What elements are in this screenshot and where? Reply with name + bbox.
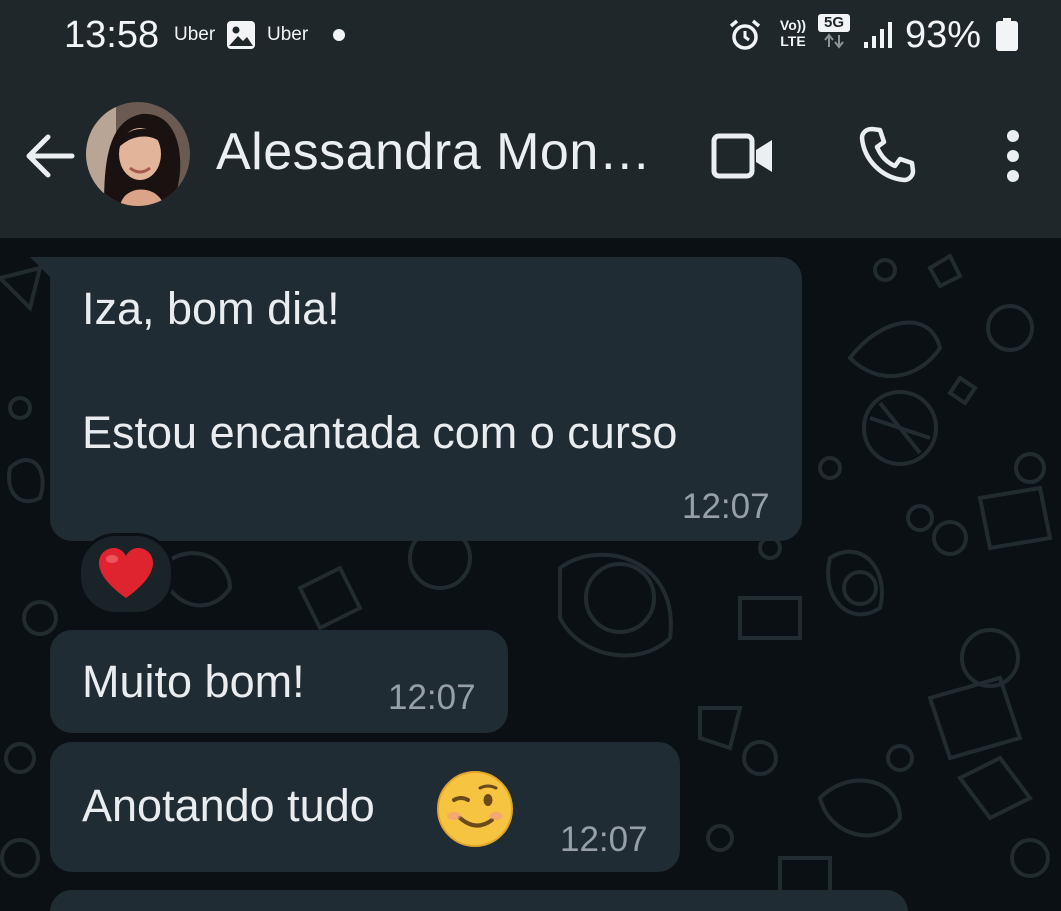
message-timestamp: 12:07: [388, 678, 476, 717]
image-notification-icon: [227, 21, 255, 49]
message-text: Anotando tudo: [82, 780, 375, 831]
status-time: 13:58: [64, 14, 160, 56]
back-arrow-icon[interactable]: [24, 130, 76, 182]
more-options-icon[interactable]: [990, 126, 1036, 186]
incoming-message-bubble-partial[interactable]: [50, 890, 908, 911]
battery-percent: 93%: [905, 14, 982, 56]
incoming-message-bubble[interactable]: Muito bom! 12:07: [50, 630, 508, 733]
bubble-tail: [30, 257, 60, 287]
message-text: Estou encantada com o curso: [82, 407, 678, 458]
reaction-badge[interactable]: [78, 533, 174, 615]
winking-face-emoji: [437, 771, 513, 847]
contact-avatar[interactable]: [86, 102, 190, 206]
phone-call-icon[interactable]: [856, 124, 918, 186]
avatar-photo: [86, 102, 190, 206]
notification-uber-label: Uber: [174, 24, 216, 45]
chat-header: Alessandra Mon…: [0, 72, 1061, 238]
message-timestamp: 12:07: [682, 487, 770, 526]
alarm-icon: [729, 19, 761, 50]
notification-uber-label: Uber: [267, 24, 309, 45]
message-text: Iza, bom dia!: [82, 283, 340, 334]
volte-indicator: Vo)) LTE: [779, 17, 807, 49]
signal-strength-icon: [864, 22, 892, 48]
heart-reaction-icon: [99, 548, 153, 598]
data-arrows-icon: [824, 33, 844, 49]
message-timestamp: 12:07: [560, 820, 648, 859]
more-notifications-dot-icon: [333, 29, 345, 41]
message-list[interactable]: Iza, bom dia! Estou encantada com o curs…: [0, 238, 1061, 911]
incoming-message-bubble[interactable]: Anotando tudo 12:07: [50, 742, 680, 872]
network-5g-indicator: 5G: [818, 14, 852, 54]
battery-icon: [996, 18, 1018, 51]
message-text: Muito bom!: [82, 656, 305, 707]
incoming-message-bubble[interactable]: Iza, bom dia! Estou encantada com o curs…: [50, 257, 802, 541]
video-call-icon[interactable]: [708, 130, 778, 182]
contact-name[interactable]: Alessandra Mon…: [216, 122, 666, 182]
status-bar: 13:58 Uber Uber Vo)) LTE 5G 93%: [0, 0, 1061, 72]
